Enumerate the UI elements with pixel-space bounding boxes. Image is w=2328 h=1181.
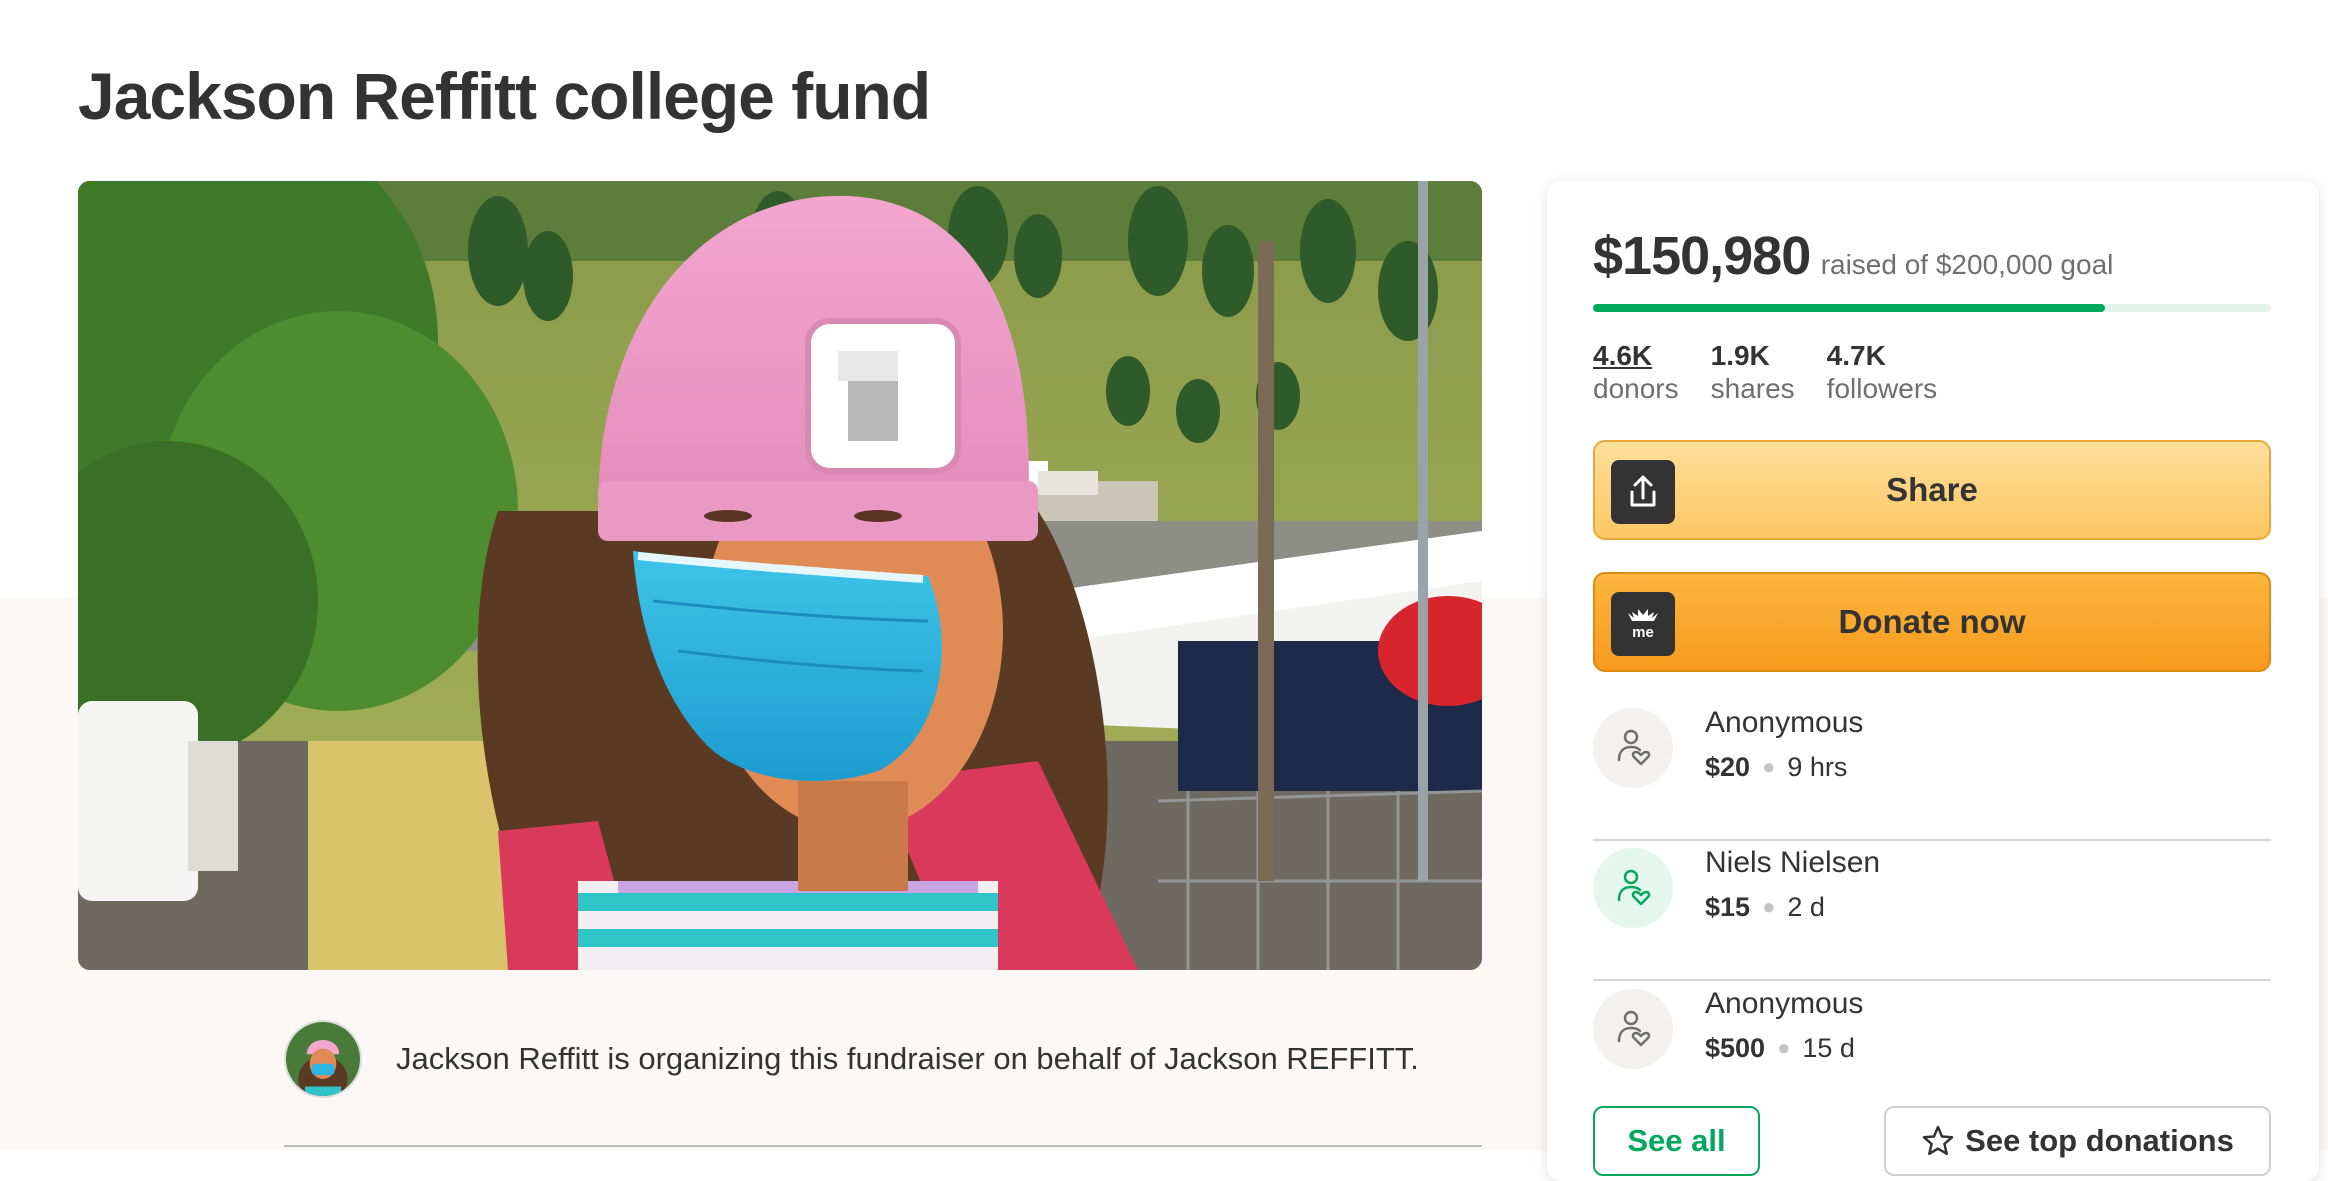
separator-dot: ● bbox=[1762, 894, 1776, 919]
progress-bar bbox=[1593, 304, 2271, 312]
donation-time: 9 hrs bbox=[1787, 752, 1848, 782]
page-title: Jackson Reffitt college fund bbox=[78, 59, 931, 133]
stat-value: 1.9K bbox=[1710, 340, 1770, 371]
raised-amount: $150,980 bbox=[1593, 226, 1811, 286]
organizer-row: Jackson Reffitt is organizing this fundr… bbox=[284, 1019, 1419, 1099]
donor-heart-icon bbox=[1593, 989, 1673, 1069]
donor-heart-icon bbox=[1593, 848, 1673, 928]
donation-amount: $500 bbox=[1705, 1033, 1766, 1063]
stat-label: followers bbox=[1826, 373, 1938, 404]
donor-name: Niels Nielsen bbox=[1705, 846, 1881, 879]
campaign-hero-photo bbox=[78, 181, 1482, 970]
donate-now-button[interactable]: me Donate now bbox=[1593, 572, 2271, 672]
progress-fill bbox=[1593, 304, 2105, 312]
donation-meta: $500 ● 15 d bbox=[1705, 1033, 1855, 1064]
gofundme-logo-icon: me bbox=[1611, 592, 1675, 656]
donation-item: Niels Nielsen $15 ● 2 d bbox=[1593, 846, 2271, 986]
goal-text: raised of $200,000 goal bbox=[1820, 249, 2114, 280]
donation-item: Anonymous $20 ● 9 hrs bbox=[1593, 706, 2271, 846]
share-button-label: Share bbox=[1886, 471, 1978, 508]
separator-dot: ● bbox=[1777, 1035, 1791, 1060]
donation-amount: $15 bbox=[1705, 892, 1751, 922]
organizer-text: Jackson Reffitt is organizing this fundr… bbox=[396, 1041, 1419, 1076]
stat-value: 4.6K bbox=[1593, 340, 1653, 371]
separator-dot: ● bbox=[1762, 754, 1776, 779]
stat-value: 4.7K bbox=[1826, 340, 1886, 371]
stat-donors[interactable]: 4.6K donors bbox=[1593, 339, 1679, 405]
donor-name: Anonymous bbox=[1705, 987, 1864, 1020]
list-divider bbox=[1593, 839, 2271, 841]
amount-raised: $150,980 raised of $200,000 goal bbox=[1593, 225, 2113, 287]
campaign-stats: 4.6K donors 1.9K shares 4.7K followers bbox=[1593, 339, 1937, 405]
organizer-avatar[interactable] bbox=[284, 1020, 362, 1098]
stat-label: donors bbox=[1593, 373, 1679, 404]
share-button[interactable]: Share bbox=[1593, 440, 2271, 540]
donor-heart-icon bbox=[1593, 708, 1673, 788]
see-top-donations-button[interactable]: See top donations bbox=[1884, 1106, 2271, 1176]
donation-time: 2 d bbox=[1787, 892, 1825, 922]
donation-meta: $20 ● 9 hrs bbox=[1705, 752, 1847, 783]
stat-label: shares bbox=[1710, 373, 1795, 404]
list-divider bbox=[1593, 979, 2271, 981]
svg-text:me: me bbox=[1632, 624, 1654, 641]
see-top-label: See top donations bbox=[1965, 1123, 2234, 1158]
stat-shares: 1.9K shares bbox=[1711, 339, 1795, 405]
section-divider bbox=[284, 1145, 1482, 1147]
donation-meta: $15 ● 2 d bbox=[1705, 892, 1825, 923]
stat-followers: 4.7K followers bbox=[1827, 339, 1937, 405]
see-all-button[interactable]: See all bbox=[1593, 1106, 1760, 1176]
donation-sidebar-card: $150,980 raised of $200,000 goal 4.6K do… bbox=[1547, 181, 2319, 1181]
donor-name: Anonymous bbox=[1705, 706, 1864, 739]
donation-time: 15 d bbox=[1802, 1033, 1855, 1063]
share-upload-icon bbox=[1611, 460, 1675, 524]
donation-amount: $20 bbox=[1705, 752, 1751, 782]
donate-button-label: Donate now bbox=[1838, 603, 2026, 640]
star-icon bbox=[1921, 1124, 1955, 1158]
